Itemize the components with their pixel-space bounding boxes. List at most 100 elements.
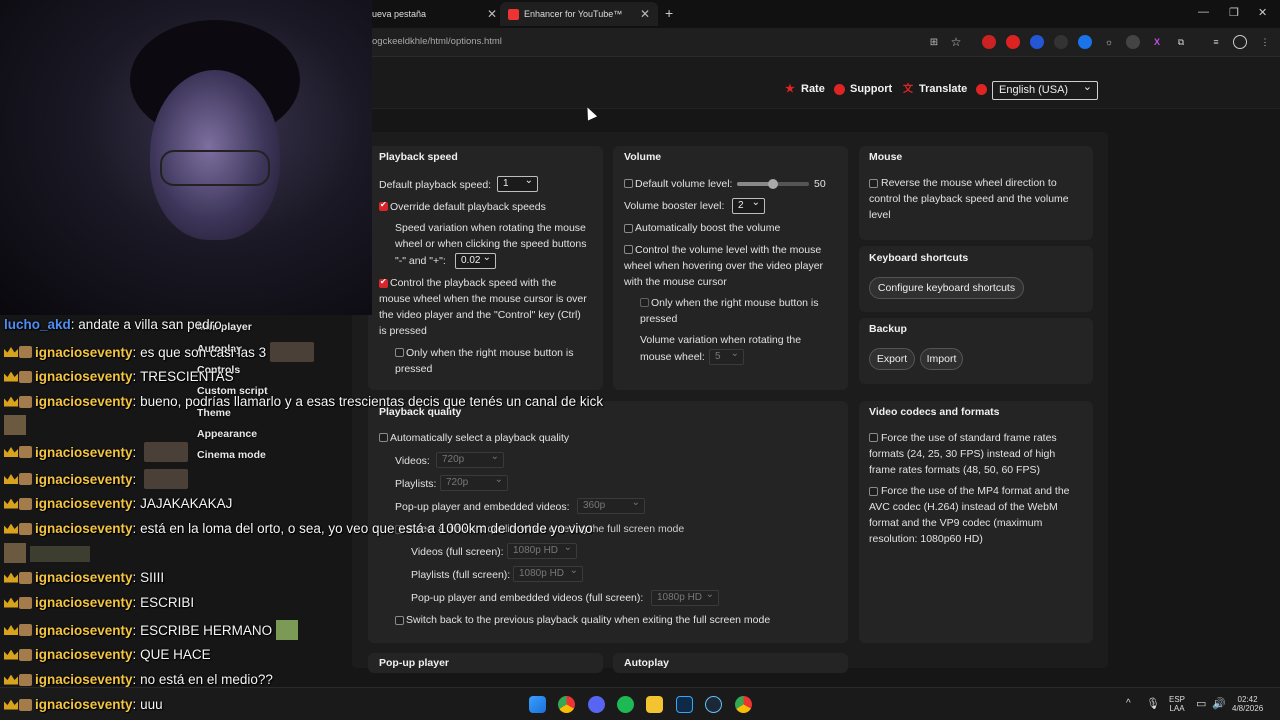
speed-variation-select[interactable]: 0.02 [455,251,496,269]
rate-link[interactable]: ★ Rate [785,83,825,95]
discord-icon[interactable] [588,696,605,713]
extension-icon[interactable] [1126,35,1140,49]
mic-icon[interactable]: 🎙 [1146,697,1160,710]
support-link[interactable]: Support [834,83,892,95]
spotify-icon[interactable] [617,696,634,713]
photoshop-icon[interactable] [676,696,693,713]
close-icon[interactable]: ✕ [640,7,650,21]
menu-cinema-mode[interactable]: Cinema mode [197,449,266,461]
chat-user: ignacioseventy [35,496,133,511]
standard-fps-text: formats (24, 25, 30 FPS) instead of high [869,448,1056,460]
ctrl-wheel-checkbox[interactable] [379,277,388,288]
close-icon[interactable]: ✕ [487,7,497,21]
badge-icon [19,446,32,458]
import-button[interactable]: Import [920,348,963,370]
override-speeds-label: Override default playback speeds [390,201,546,213]
chat-text: está en la loma del orto, o sea, yo veo … [140,521,593,536]
url-field[interactable]: ogckeeldkhle/html/options.html [372,36,502,47]
tab-enhancer[interactable]: Enhancer for YouTube™ ✕ [500,2,658,26]
playlists-quality-select[interactable]: 720p [440,473,508,491]
chat-message: ignacioseventy: SIIII [4,570,164,585]
standard-fps-text: frame rates formats (48, 50, 60 FPS) [869,464,1040,476]
webcam-glasses [160,150,270,186]
minimize-icon[interactable]: — [1198,6,1209,18]
more-icon[interactable]: ⋮ [1258,35,1272,49]
default-speed-select[interactable]: 1 [497,174,538,192]
videos-label: Videos: [395,455,430,467]
ctrl-wheel-text: the video player and the "Control" key (… [379,309,581,321]
menu-appearance[interactable]: Appearance [197,428,257,440]
crown-icon [4,597,18,608]
tab-label: Enhancer for YouTube™ [524,9,623,19]
extension-icon[interactable] [1006,35,1020,49]
chat-text: SIIII [140,570,165,585]
volume-variation-select[interactable]: 5 [709,347,744,365]
network-icon[interactable]: ▭ [1196,697,1206,710]
reverse-wheel-checkbox[interactable] [869,179,878,188]
tab-new[interactable]: ueva pestaña ✕ [372,2,497,26]
x-icon[interactable]: X [1150,35,1164,49]
volume-wheel-checkbox[interactable] [624,245,633,254]
chrome-active-icon[interactable] [735,696,752,713]
close-window-icon[interactable]: ✕ [1258,6,1267,19]
videos-fs-select[interactable]: 1080p HD [507,541,577,559]
emote-icon [30,546,90,562]
emote-icon [276,620,299,640]
chat-message: ignacioseventy: JAJAKAKAKAJ [4,496,232,511]
chat-message: ignacioseventy: [4,469,189,489]
chrome-icon[interactable] [558,696,575,713]
mp4-text: format and the VP9 codec (maximum [869,517,1043,529]
extension-icon[interactable] [1078,35,1092,49]
mp4-checkbox[interactable] [869,487,878,496]
maximize-icon[interactable]: ❐ [1229,6,1239,19]
crown-icon [4,498,18,509]
videos-quality-select[interactable]: 720p [436,450,504,468]
star-icon[interactable]: ☆ [949,35,963,49]
steam-icon[interactable] [705,696,722,713]
popup-quality-select[interactable]: 360p [577,496,645,514]
configure-shortcuts-button[interactable]: Configure keyboard shortcuts [869,277,1024,299]
lang-indicator[interactable]: ESP LAA [1169,695,1185,713]
speed-right-button-checkbox[interactable] [395,348,404,357]
emote-icon [4,415,26,435]
playlists-fs-select[interactable]: 1080p HD [513,564,583,582]
default-volume-checkbox[interactable] [624,179,633,188]
folder-icon[interactable] [646,696,663,713]
chat-user: ignacioseventy [35,570,133,585]
switch-back-checkbox[interactable] [395,616,404,625]
volume-icon[interactable]: 🔊 [1212,697,1226,710]
popup-fs-select[interactable]: 1080p HD [651,588,719,606]
chevron-up-icon[interactable]: ^ [1126,698,1131,709]
export-button[interactable]: Export [869,348,915,370]
auto-quality-checkbox[interactable] [379,433,388,442]
media-icon[interactable]: ≡ [1209,35,1223,49]
adblock-icon[interactable] [982,35,996,49]
new-tab-icon[interactable]: + [665,5,673,21]
standard-fps-checkbox[interactable] [869,433,878,442]
translate-icon[interactable]: ⊞ [927,35,941,49]
badge-icon [19,673,32,686]
translate-link[interactable]: 文 Translate [903,83,967,95]
booster-select[interactable]: 2 [732,196,765,214]
crown-icon [4,447,18,457]
override-speeds-checkbox[interactable] [379,200,388,211]
sun-icon[interactable]: ☼ [1102,35,1116,49]
volume-right-button-checkbox[interactable] [640,298,649,307]
profile-icon[interactable] [1233,35,1247,49]
variation-text: Speed variation when rotating the mouse [395,222,586,234]
extension-icon[interactable] [1054,35,1068,49]
volume-slider-knob[interactable] [768,179,778,189]
puzzle-icon[interactable]: ⧉ [1174,35,1188,49]
volume-slider[interactable] [737,179,809,189]
crown-icon [4,347,18,357]
windows-start-icon[interactable] [529,696,546,713]
extension-icon[interactable] [1030,35,1044,49]
clock[interactable]: 02:42 4/8/2026 [1232,695,1263,713]
chat-text: andate a villa san pedro [78,317,222,332]
chat-message: lucho_akd: andate a villa san pedro [4,317,222,332]
language-select[interactable]: English (USA) [992,79,1098,100]
playlists-label: Playlists: [395,478,437,490]
auto-boost-checkbox[interactable] [624,224,633,233]
crown-icon [4,649,18,660]
globe-icon [976,84,987,95]
